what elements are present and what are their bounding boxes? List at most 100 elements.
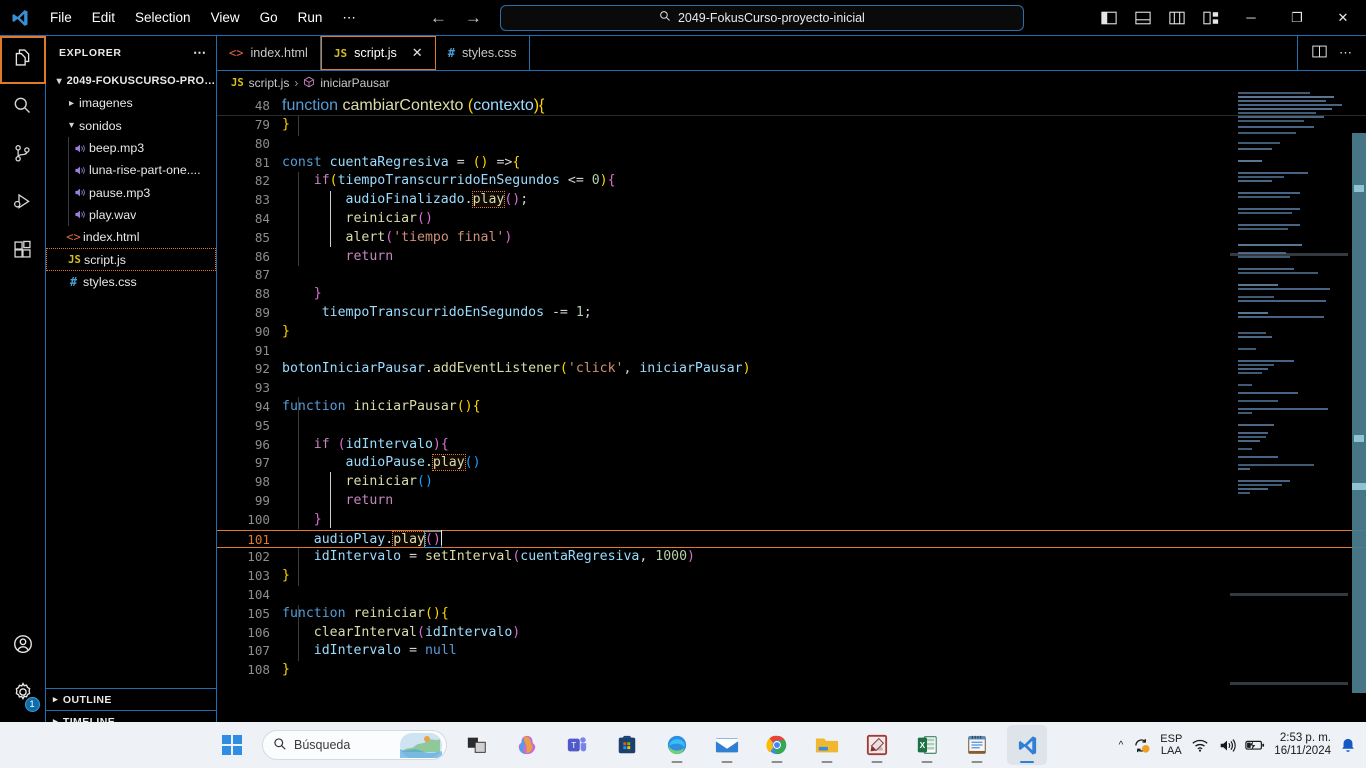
excel-icon[interactable]: X bbox=[907, 725, 947, 765]
tree-item-styles-css[interactable]: # styles.css bbox=[46, 271, 216, 293]
code-line[interactable]: 107 idIntervalo = null bbox=[217, 642, 1366, 661]
tree-item-beep-mp3[interactable]: beep.mp3 bbox=[46, 136, 216, 160]
chrome-icon[interactable] bbox=[757, 725, 797, 765]
ellipsis-icon[interactable]: ⋯ bbox=[1335, 45, 1356, 61]
code-line[interactable]: 92 botonIniciarPausar.addEventListener('c… bbox=[217, 360, 1366, 379]
code-line[interactable]: 102 idIntervalo = setInterval(cuentaRegr… bbox=[217, 548, 1366, 567]
code-editor[interactable]: 48 function cambiarContexto (contexto){ … bbox=[217, 95, 1366, 732]
taskbar-search[interactable]: Búsqueda bbox=[262, 730, 447, 760]
panel-left-icon[interactable] bbox=[1094, 4, 1124, 32]
tab-styles-css[interactable]: # styles.css bbox=[436, 36, 530, 70]
store-icon[interactable] bbox=[607, 725, 647, 765]
menu-view[interactable]: View bbox=[201, 5, 250, 31]
sticky-scroll-line[interactable]: 48 function cambiarContexto (contexto){ bbox=[217, 95, 1366, 116]
code-line[interactable]: 90} bbox=[217, 323, 1366, 342]
photo-editor-icon[interactable] bbox=[857, 725, 897, 765]
menu-selection[interactable]: Selection bbox=[125, 5, 201, 31]
scrollbar-thumb[interactable] bbox=[1352, 133, 1366, 693]
code-line[interactable]: 89 tiempoTranscurridoEnSegundos -= 1; bbox=[217, 304, 1366, 323]
code-line[interactable]: 96 if (idIntervalo){ bbox=[217, 436, 1366, 455]
code-line[interactable]: 106 clearInterval(idIntervalo) bbox=[217, 624, 1366, 643]
code-line[interactable]: 108} bbox=[217, 661, 1366, 680]
code-line[interactable]: 82 if(tiempoTranscurridoEnSegundos <= 0)… bbox=[217, 172, 1366, 191]
close-icon[interactable]: ✕ bbox=[412, 45, 423, 61]
command-center-search[interactable]: 2049-FokusCurso-proyecto-inicial bbox=[499, 4, 1024, 31]
tree-root-folder[interactable]: ▾ 2049-FOKUSCURSO-PROY... bbox=[46, 70, 216, 92]
activity-manage-settings[interactable]: 1 bbox=[0, 670, 46, 718]
activity-run-debug[interactable] bbox=[0, 180, 46, 228]
editor-scrollbar[interactable] bbox=[1352, 95, 1366, 732]
clock[interactable]: 2:53 p. m. 16/11/2024 bbox=[1274, 732, 1331, 758]
code-line[interactable]: 87 bbox=[217, 266, 1366, 285]
close-button[interactable]: ✕ bbox=[1320, 1, 1366, 35]
code-line[interactable]: 104 bbox=[217, 586, 1366, 605]
notepad-icon[interactable] bbox=[957, 725, 997, 765]
breadcrumb-file[interactable]: script.js bbox=[249, 76, 290, 90]
code-line[interactable]: 100 } bbox=[217, 511, 1366, 530]
tree-item-script-js[interactable]: JS script.js bbox=[46, 248, 216, 271]
activity-explorer[interactable] bbox=[0, 36, 46, 84]
minimize-button[interactable]: ─ bbox=[1228, 1, 1274, 35]
code-lines[interactable]: 79} 80 81 const cuentaRegresiva = () =>{ … bbox=[217, 116, 1366, 732]
menu-run[interactable]: Run bbox=[288, 5, 333, 31]
activity-source-control[interactable] bbox=[0, 132, 46, 180]
code-line-active[interactable]: 101 audioPlay.play() bbox=[217, 529, 1366, 549]
arrow-left-icon[interactable]: ← bbox=[426, 7, 451, 28]
language-indicator[interactable]: ESP LAA bbox=[1160, 733, 1182, 757]
panel-right-icon[interactable] bbox=[1162, 4, 1192, 32]
breadcrumb-symbol[interactable]: iniciarPausar bbox=[320, 76, 389, 90]
edge-icon[interactable] bbox=[657, 725, 697, 765]
code-line[interactable]: 85 alert('tiempo final') bbox=[217, 229, 1366, 248]
volume-icon[interactable] bbox=[1218, 738, 1237, 753]
menu-more[interactable]: ⋯ bbox=[332, 5, 366, 31]
minimap[interactable] bbox=[1230, 95, 1352, 732]
landscape-widget-icon[interactable] bbox=[400, 733, 442, 759]
menu-go[interactable]: Go bbox=[250, 5, 288, 31]
tree-item-play-wav[interactable]: play.wav bbox=[46, 203, 216, 227]
code-line[interactable]: 97 audioPause.play() bbox=[217, 454, 1366, 473]
code-line[interactable]: 105 function reiniciar(){ bbox=[217, 605, 1366, 624]
tree-item-luna-rise[interactable]: luna-rise-part-one.... bbox=[46, 159, 216, 182]
code-line[interactable]: 81 const cuentaRegresiva = () =>{ bbox=[217, 154, 1366, 173]
code-line[interactable]: 95 bbox=[217, 417, 1366, 436]
wifi-icon[interactable] bbox=[1191, 738, 1209, 753]
ellipsis-icon[interactable]: ⋯ bbox=[193, 45, 207, 61]
code-line[interactable]: 80 bbox=[217, 135, 1366, 154]
sidebar-section-outline[interactable]: ▸ OUTLINE bbox=[46, 688, 216, 710]
battery-charging-icon[interactable] bbox=[1245, 738, 1265, 752]
menu-edit[interactable]: Edit bbox=[82, 5, 125, 31]
tree-item-imagenes[interactable]: ▸ imagenes bbox=[46, 92, 216, 114]
teams-icon[interactable]: T bbox=[557, 725, 597, 765]
chevron-up-icon[interactable]: ^ bbox=[1119, 740, 1124, 751]
layout-grid-icon[interactable] bbox=[1196, 4, 1226, 32]
tree-item-pause-mp3[interactable]: pause.mp3 bbox=[46, 181, 216, 204]
code-line[interactable]: 79} bbox=[217, 116, 1366, 135]
tree-item-sonidos[interactable]: ▾ sonidos bbox=[46, 115, 216, 137]
vscode-icon[interactable] bbox=[1007, 725, 1047, 765]
restore-button[interactable]: ❐ bbox=[1274, 1, 1320, 35]
tree-item-index-html[interactable]: <> index.html bbox=[46, 226, 216, 248]
code-line[interactable]: 86 return bbox=[217, 248, 1366, 267]
windows-start-icon[interactable] bbox=[212, 725, 252, 765]
activity-accounts[interactable] bbox=[0, 622, 46, 670]
tab-index-html[interactable]: <> index.html bbox=[217, 36, 321, 70]
code-line[interactable]: 83 audioFinalizado.play(); bbox=[217, 191, 1366, 210]
code-line[interactable]: 94 function iniciarPausar(){ bbox=[217, 398, 1366, 417]
code-line[interactable]: 103} bbox=[217, 567, 1366, 586]
bell-icon[interactable] bbox=[1340, 737, 1356, 754]
tab-script-js[interactable]: JS script.js ✕ bbox=[320, 36, 436, 70]
panel-bottom-icon[interactable] bbox=[1128, 4, 1158, 32]
split-editor-icon[interactable] bbox=[1308, 45, 1331, 61]
code-line[interactable]: 99 return bbox=[217, 492, 1366, 511]
task-view-icon[interactable] bbox=[457, 725, 497, 765]
arrow-right-icon[interactable]: → bbox=[461, 7, 486, 28]
code-line[interactable]: 98 reiniciar() bbox=[217, 473, 1366, 492]
activity-extensions[interactable] bbox=[0, 228, 46, 276]
file-explorer-icon[interactable] bbox=[807, 725, 847, 765]
mail-icon[interactable] bbox=[707, 725, 747, 765]
copilot-icon[interactable] bbox=[507, 725, 547, 765]
onedrive-sync-icon[interactable] bbox=[1132, 737, 1151, 754]
menu-file[interactable]: File bbox=[40, 5, 82, 31]
code-line[interactable]: 88 } bbox=[217, 285, 1366, 304]
code-line[interactable]: 91 bbox=[217, 342, 1366, 361]
